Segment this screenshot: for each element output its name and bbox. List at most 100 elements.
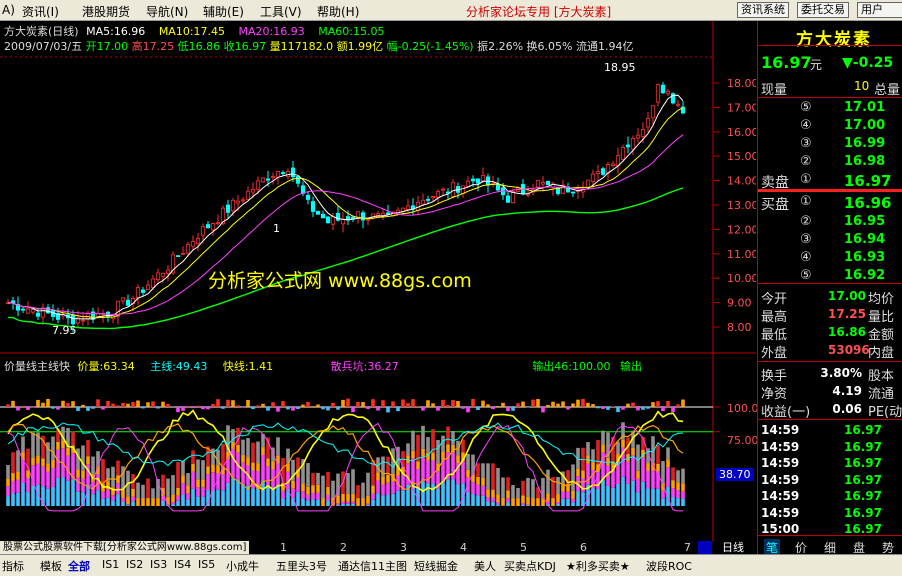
bottom-tab-0[interactable]: 指标 bbox=[2, 558, 24, 574]
bottom-tab-14[interactable]: ★利多买卖★ bbox=[566, 558, 630, 574]
tick-row[interactable]: 14:5916.97 bbox=[758, 472, 902, 488]
fin-right-label: 流通 bbox=[868, 383, 894, 400]
sell-row: ⑤17.01 bbox=[758, 99, 902, 117]
page-number-3[interactable]: 3 bbox=[400, 541, 407, 554]
ind-top-bar bbox=[61, 401, 65, 407]
menu-item-help[interactable]: 帮助(H) bbox=[317, 3, 359, 20]
bottom-tab-9[interactable]: 五里头3号 bbox=[276, 558, 327, 574]
ind-bar bbox=[46, 472, 50, 489]
sell-price: 17.00 bbox=[844, 118, 885, 133]
candle-body bbox=[316, 211, 319, 214]
ind-bar bbox=[311, 473, 315, 485]
tick-row[interactable]: 14:5916.97 bbox=[758, 455, 902, 471]
ind-bar bbox=[11, 452, 15, 473]
bottom-tab-3[interactable]: IS1 bbox=[102, 558, 119, 571]
ind-top-bar bbox=[346, 399, 350, 407]
indicator-output: 输出 bbox=[620, 360, 642, 373]
bottom-tab-15[interactable]: 波段ROC bbox=[646, 558, 692, 574]
ind-bar bbox=[311, 485, 315, 493]
ind-bar bbox=[346, 502, 350, 504]
chart-area[interactable]: 方大炭素(日线) MA5:16.96 MA10:17.45 MA20:16.93… bbox=[0, 21, 756, 554]
tick-row[interactable]: 14:5916.97 bbox=[758, 505, 902, 521]
ind-bar bbox=[291, 481, 295, 489]
bottom-tab-12[interactable]: 美人 bbox=[474, 558, 496, 574]
page-number-5[interactable]: 5 bbox=[520, 541, 527, 554]
scroll-button[interactable] bbox=[698, 541, 712, 554]
ind-bar bbox=[641, 458, 645, 482]
bottom-tab-2[interactable]: 全部 bbox=[68, 558, 90, 574]
ind-bar bbox=[481, 478, 485, 486]
ind-bar bbox=[616, 484, 620, 506]
user-button[interactable]: 用户 bbox=[857, 2, 902, 18]
candle-body bbox=[161, 273, 164, 276]
ind-bar bbox=[126, 505, 130, 506]
ind-top-bar bbox=[76, 407, 80, 411]
bottom-tab-13[interactable]: 买卖点KDJ bbox=[504, 558, 556, 574]
ind-bar bbox=[46, 464, 50, 472]
sell-price: 17.01 bbox=[844, 100, 885, 115]
tick-row[interactable]: 14:5916.97 bbox=[758, 488, 902, 504]
ind-bar bbox=[71, 480, 75, 506]
tick-row[interactable]: 14:5916.97 bbox=[758, 439, 902, 455]
period-label[interactable]: 日线 bbox=[722, 539, 744, 555]
ind-bar bbox=[571, 491, 575, 499]
ind-bar bbox=[336, 505, 340, 506]
bottom-tab-4[interactable]: IS2 bbox=[126, 558, 143, 571]
indicator-jialiang: 价量:63.34 bbox=[78, 360, 135, 373]
page-number-1[interactable]: 1 bbox=[280, 541, 287, 554]
trade-button[interactable]: 委托交易 bbox=[797, 2, 849, 18]
candle-body bbox=[361, 213, 364, 220]
ind-bar bbox=[251, 488, 255, 506]
candle-body bbox=[631, 138, 634, 149]
ind-bar bbox=[241, 455, 245, 463]
bottom-tab-1[interactable]: 模板 bbox=[40, 558, 62, 574]
indicator-sanbingkeng: 散兵坑:36.27 bbox=[331, 360, 399, 373]
ind-bar bbox=[241, 440, 245, 455]
ind-bar bbox=[481, 486, 485, 496]
fin-row: 净资4.19流通 bbox=[758, 382, 902, 400]
ind-top-bar bbox=[151, 401, 155, 407]
ind-bar bbox=[6, 465, 10, 478]
ind-bar bbox=[426, 437, 430, 453]
quote-panel: 方大炭素 16.97 元 ▼-0.25 现量 10 总量 ⑤17.01④17.0… bbox=[757, 21, 902, 554]
ind-top-bar bbox=[501, 403, 505, 407]
sell-row: ③16.99 bbox=[758, 135, 902, 153]
ind-top-bar bbox=[351, 407, 355, 412]
tick-row[interactable]: 14:5916.97 bbox=[758, 422, 902, 438]
ind-bar bbox=[76, 492, 80, 506]
menu-item-hk-futures[interactable]: 港股期货 bbox=[82, 3, 130, 20]
ind-top-bar bbox=[231, 400, 235, 407]
menu-item-tools[interactable]: 工具(V) bbox=[260, 3, 302, 20]
page-number-6[interactable]: 6 bbox=[580, 541, 587, 554]
page-number-7[interactable]: 7 bbox=[684, 541, 691, 554]
ind-bar bbox=[406, 443, 410, 455]
ind-bar bbox=[16, 480, 20, 493]
price-tick-label: 12.00 bbox=[727, 223, 756, 236]
buy-price: 16.95 bbox=[844, 214, 885, 229]
bottom-tab-5[interactable]: IS3 bbox=[150, 558, 167, 571]
candle-body bbox=[441, 189, 444, 190]
candle-body bbox=[656, 85, 659, 102]
ma60-line bbox=[8, 188, 683, 329]
ind-top-bar bbox=[616, 407, 620, 412]
bottom-tab-8[interactable]: 小成牛 bbox=[226, 558, 259, 574]
ind-bar bbox=[561, 492, 565, 499]
menu-item-a[interactable]: A) bbox=[2, 3, 15, 17]
bottom-tab-7[interactable]: IS5 bbox=[198, 558, 215, 571]
menu-item-info[interactable]: 资讯(I) bbox=[22, 3, 59, 20]
bottom-tab-11[interactable]: 短线掘金 bbox=[414, 558, 458, 574]
info-system-button[interactable]: 资讯系统 bbox=[737, 2, 789, 18]
menu-item-assist[interactable]: 辅助(E) bbox=[203, 3, 244, 20]
footer-banner[interactable]: 股票公式股票软件下载[分析家公式网www.88gs.com] bbox=[0, 541, 249, 554]
stat-right-label: 内盘 bbox=[868, 342, 894, 359]
buy-level: ③ bbox=[800, 232, 812, 247]
page-number-2[interactable]: 2 bbox=[340, 541, 347, 554]
bottom-tab-10[interactable]: 通达信11主图 bbox=[338, 558, 407, 574]
bottom-tab-6[interactable]: IS4 bbox=[174, 558, 191, 571]
candle-body bbox=[676, 104, 679, 105]
menu-item-navigate[interactable]: 导航(N) bbox=[146, 3, 188, 20]
ind-top-bar bbox=[211, 404, 215, 407]
page-number-4[interactable]: 4 bbox=[460, 541, 467, 554]
sell1-level: ① bbox=[800, 172, 812, 187]
ind-top-bar bbox=[126, 404, 130, 407]
